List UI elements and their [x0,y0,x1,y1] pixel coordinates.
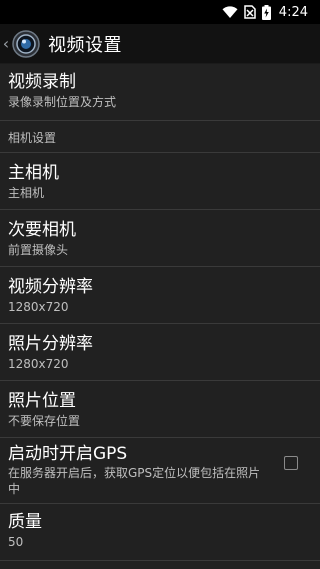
page-title: 视频设置 [48,34,122,56]
pref-summary: 录像录制位置及方式 [8,95,117,109]
pref-summary: 不要保存位置 [8,414,81,428]
pref-secondary-camera[interactable]: 次要相机 前置摄像头 [0,210,320,267]
screen: 4:24 ‹ 视频设置 视频录制 录像录制位置及方式 相机设置 主相机 主相机 … [0,0,320,569]
pref-video-recording[interactable]: 视频录制 录像录制位置及方式 [0,64,320,121]
pref-video-resolution[interactable]: 视频分辨率 1280x720 [0,267,320,324]
pref-summary: 1280x720 [8,300,69,314]
pref-main-camera[interactable]: 主相机 主相机 [0,153,320,210]
status-time: 4:24 [278,4,308,20]
pref-quality[interactable]: 质量 50 [0,504,320,561]
pref-title: 照片位置 [8,391,76,411]
pref-summary: 主相机 [8,186,45,200]
pref-summary: 50 [8,535,24,549]
section-header-camera: 相机设置 [0,121,320,153]
chevron-left-icon[interactable]: ‹ [2,35,10,52]
pref-summary: 1280x720 [8,357,69,371]
wifi-icon [222,5,238,19]
pref-photo-resolution[interactable]: 照片分辨率 1280x720 [0,324,320,381]
pref-photo-location[interactable]: 照片位置 不要保存位置 [0,381,320,438]
preferences-list: 视频录制 录像录制位置及方式 相机设置 主相机 主相机 次要相机 前置摄像头 视… [0,64,320,561]
camera-lens-icon[interactable] [12,29,40,58]
gps-checkbox[interactable] [284,456,298,470]
pref-title: 主相机 [8,163,59,183]
battery-charging-icon [261,4,271,20]
no-sim-icon [244,5,256,19]
pref-title: 启动时开启GPS [8,444,128,464]
pref-title: 视频分辨率 [8,277,93,297]
pref-title: 次要相机 [8,220,76,240]
pref-title: 照片分辨率 [8,334,93,354]
pref-title: 质量 [8,512,42,532]
status-bar: 4:24 [0,0,320,24]
pref-summary: 前置摄像头 [8,243,69,257]
app-bar: ‹ 视频设置 [0,24,320,64]
pref-gps-on-start[interactable]: 启动时开启GPS 在服务器开启后，获取GPS定位以便包括在照片中 [0,438,320,504]
pref-summary: 在服务器开启后，获取GPS定位以便包括在照片中 [8,466,261,496]
pref-title: 视频录制 [8,72,76,92]
